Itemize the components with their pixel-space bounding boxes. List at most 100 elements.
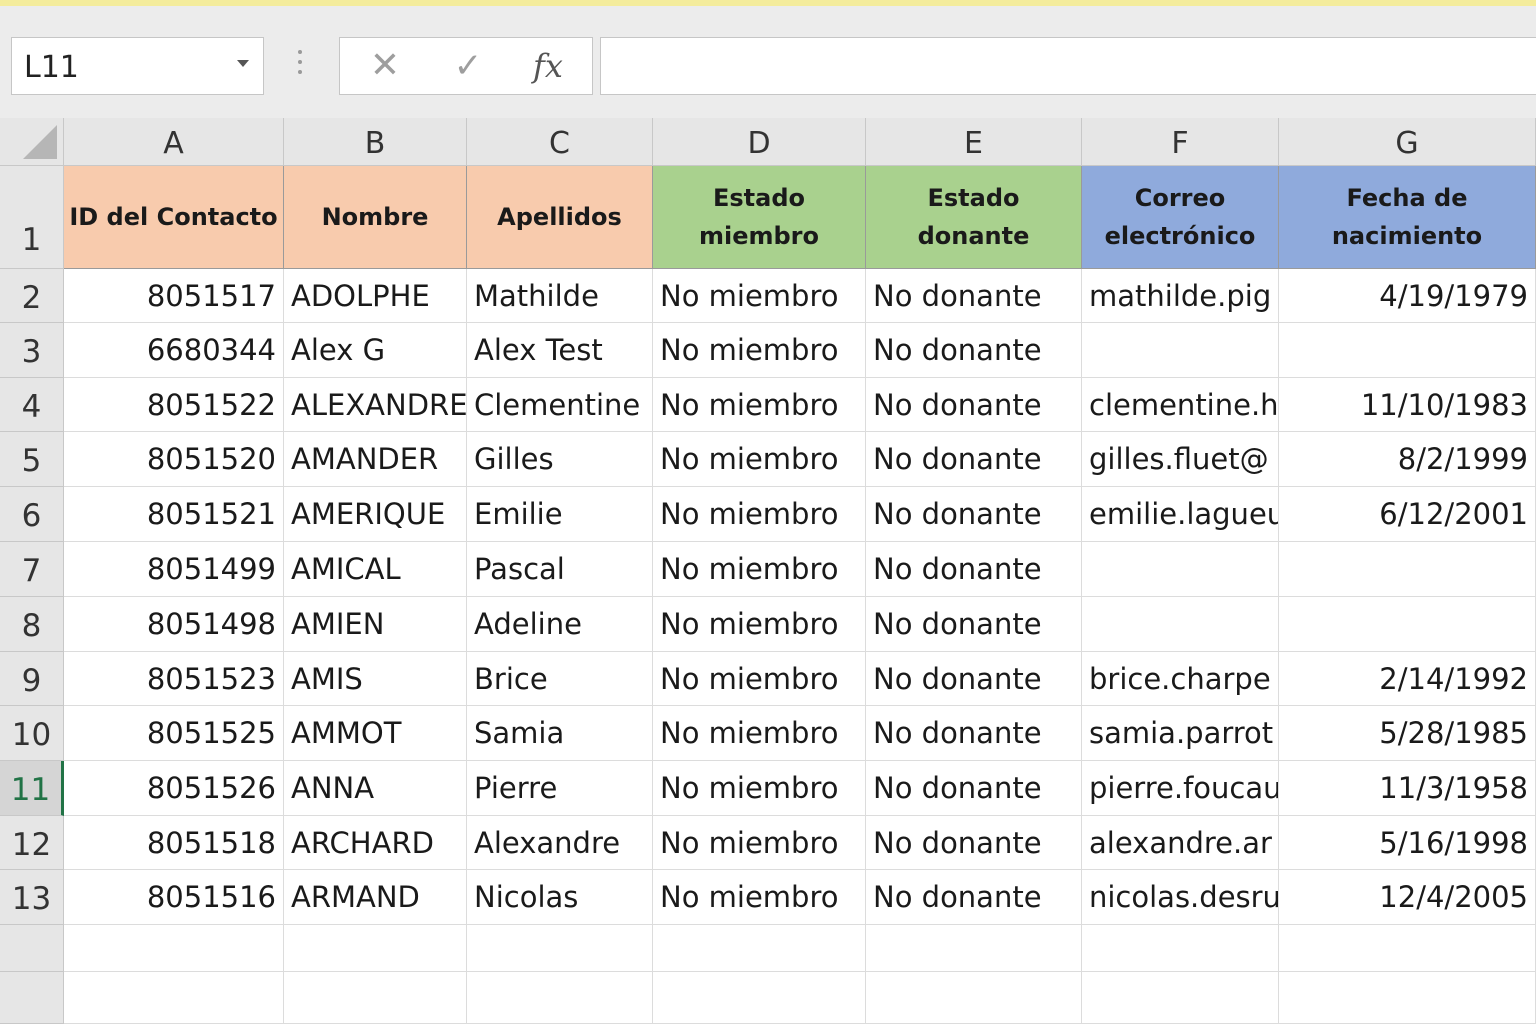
row-header-4[interactable]: 4 (0, 378, 64, 432)
empty-cell[interactable] (64, 925, 284, 972)
table-cell[interactable] (1082, 323, 1279, 378)
row-header-6[interactable]: 6 (0, 487, 64, 542)
table-cell[interactable]: AMIEN (284, 597, 467, 652)
select-all-button[interactable] (0, 118, 64, 166)
table-cell[interactable]: 12/4/2005 (1279, 870, 1536, 925)
empty-cell[interactable] (1082, 925, 1279, 972)
column-header-f[interactable]: F (1082, 118, 1279, 166)
table-cell[interactable]: ADOLPHE (284, 269, 467, 323)
row-header-1[interactable]: 1 (0, 166, 64, 269)
table-cell[interactable]: Emilie (467, 487, 653, 542)
table-cell[interactable]: 8051522 (64, 378, 284, 432)
header-cell[interactable]: Correo electrónico (1082, 166, 1279, 269)
table-cell[interactable]: AMICAL (284, 542, 467, 597)
column-header-a[interactable]: A (64, 118, 284, 166)
empty-cell[interactable] (284, 925, 467, 972)
table-cell[interactable]: clementine.h (1082, 378, 1279, 432)
column-header-e[interactable]: E (866, 118, 1082, 166)
table-cell[interactable]: 5/16/1998 (1279, 816, 1536, 870)
table-cell[interactable]: alexandre.ar (1082, 816, 1279, 870)
row-header-2[interactable]: 2 (0, 269, 64, 323)
table-cell[interactable]: No miembro (653, 323, 866, 378)
table-cell[interactable]: ANNA (284, 761, 467, 816)
table-cell[interactable]: No donante (866, 597, 1082, 652)
table-cell[interactable]: 8051526 (64, 761, 284, 816)
table-cell[interactable] (1279, 597, 1536, 652)
empty-cell[interactable] (64, 972, 284, 1024)
row-header-11[interactable]: 11 (0, 761, 64, 816)
name-box[interactable]: L11 (11, 37, 264, 95)
table-cell[interactable]: brice.charpe (1082, 652, 1279, 706)
empty-cell[interactable] (866, 925, 1082, 972)
table-cell[interactable]: Pascal (467, 542, 653, 597)
chevron-down-icon[interactable] (237, 60, 249, 67)
table-cell[interactable]: Alexandre (467, 816, 653, 870)
empty-cell[interactable] (1082, 972, 1279, 1024)
table-cell[interactable]: ARMAND (284, 870, 467, 925)
table-cell[interactable]: ARCHARD (284, 816, 467, 870)
table-cell[interactable] (1082, 542, 1279, 597)
column-header-c[interactable]: C (467, 118, 653, 166)
header-cell[interactable]: Apellidos (467, 166, 653, 269)
table-cell[interactable]: pierre.foucau (1082, 761, 1279, 816)
table-cell[interactable]: AMMOT (284, 706, 467, 761)
table-cell[interactable]: samia.parrot (1082, 706, 1279, 761)
row-header-9[interactable]: 9 (0, 652, 64, 706)
table-cell[interactable]: Clementine (467, 378, 653, 432)
column-header-d[interactable]: D (653, 118, 866, 166)
table-cell[interactable]: AMANDER (284, 432, 467, 487)
table-cell[interactable]: No miembro (653, 487, 866, 542)
empty-cell[interactable] (1279, 925, 1536, 972)
table-cell[interactable]: AMIS (284, 652, 467, 706)
table-cell[interactable]: AMERIQUE (284, 487, 467, 542)
table-cell[interactable]: No donante (866, 269, 1082, 323)
table-cell[interactable]: 8051516 (64, 870, 284, 925)
empty-cell[interactable] (467, 925, 653, 972)
table-cell[interactable]: No donante (866, 487, 1082, 542)
table-cell[interactable]: No donante (866, 323, 1082, 378)
table-cell[interactable]: 6680344 (64, 323, 284, 378)
header-cell[interactable]: Fecha de nacimiento (1279, 166, 1536, 269)
table-cell[interactable]: Mathilde (467, 269, 653, 323)
header-cell[interactable]: Estado donante (866, 166, 1082, 269)
row-header-empty[interactable] (0, 925, 64, 972)
table-cell[interactable]: No donante (866, 761, 1082, 816)
table-cell[interactable]: Pierre (467, 761, 653, 816)
table-cell[interactable]: Samia (467, 706, 653, 761)
table-cell[interactable]: 11/10/1983 (1279, 378, 1536, 432)
empty-cell[interactable] (284, 972, 467, 1024)
row-header-5[interactable]: 5 (0, 432, 64, 487)
table-cell[interactable]: emilie.lagueu (1082, 487, 1279, 542)
table-cell[interactable]: Adeline (467, 597, 653, 652)
table-cell[interactable] (1279, 542, 1536, 597)
table-cell[interactable]: 4/19/1979 (1279, 269, 1536, 323)
row-header-7[interactable]: 7 (0, 542, 64, 597)
column-header-b[interactable]: B (284, 118, 467, 166)
row-header-empty[interactable] (0, 972, 64, 1024)
table-cell[interactable]: No donante (866, 378, 1082, 432)
table-cell[interactable]: Alex Test (467, 323, 653, 378)
table-cell[interactable]: 8051518 (64, 816, 284, 870)
table-cell[interactable]: Brice (467, 652, 653, 706)
row-header-8[interactable]: 8 (0, 597, 64, 652)
row-header-13[interactable]: 13 (0, 870, 64, 925)
table-cell[interactable]: ALEXANDRE (284, 378, 467, 432)
header-cell[interactable]: Nombre (284, 166, 467, 269)
row-header-12[interactable]: 12 (0, 816, 64, 870)
table-cell[interactable]: No miembro (653, 597, 866, 652)
table-cell[interactable]: No miembro (653, 652, 866, 706)
table-cell[interactable]: Gilles (467, 432, 653, 487)
table-cell[interactable]: 8051499 (64, 542, 284, 597)
table-cell[interactable]: mathilde.pig (1082, 269, 1279, 323)
table-cell[interactable]: No donante (866, 652, 1082, 706)
header-cell[interactable]: ID del Contacto (64, 166, 284, 269)
table-cell[interactable]: 8051498 (64, 597, 284, 652)
header-cell[interactable]: Estado miembro (653, 166, 866, 269)
table-cell[interactable]: gilles.fluet@ (1082, 432, 1279, 487)
empty-cell[interactable] (866, 972, 1082, 1024)
table-cell[interactable]: No miembro (653, 706, 866, 761)
table-cell[interactable]: No donante (866, 542, 1082, 597)
check-icon[interactable]: ✓ (443, 46, 493, 86)
table-cell[interactable]: Nicolas (467, 870, 653, 925)
table-cell[interactable]: No donante (866, 870, 1082, 925)
